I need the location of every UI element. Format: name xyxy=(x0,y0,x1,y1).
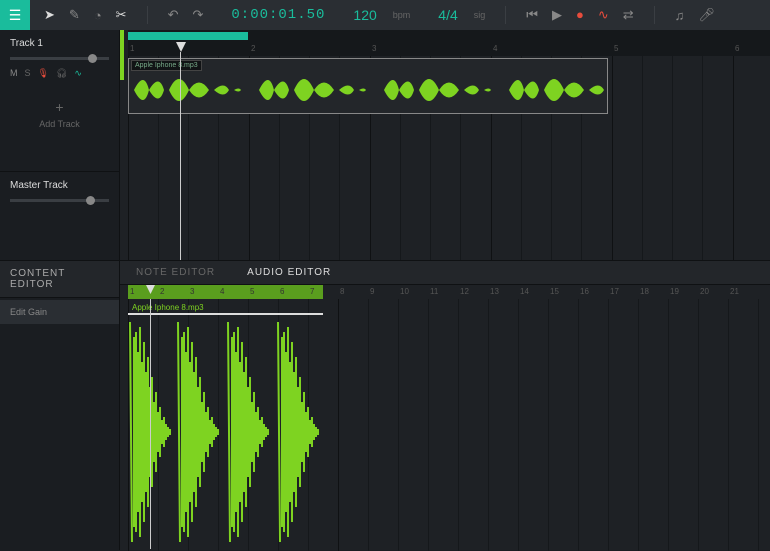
timeline-area[interactable]: 1 2 3 4 5 6 Apple Iphone 8.mp3 xyxy=(120,30,770,260)
loop-region[interactable] xyxy=(128,32,248,40)
mute-button[interactable]: M xyxy=(10,68,18,79)
instrument-icon[interactable]: ♫ xyxy=(675,8,685,23)
tab-audio-editor[interactable]: AUDIO EDITOR xyxy=(231,267,347,278)
pointer-tool-icon[interactable]: ➤ xyxy=(44,7,55,23)
ruler-tick: 21 xyxy=(730,287,739,296)
loop-bar[interactable] xyxy=(128,30,770,42)
ruler-tick: 4 xyxy=(220,287,224,296)
ruler-tick: 3 xyxy=(372,44,376,53)
metronome-icon[interactable]: ∿ xyxy=(598,7,609,23)
ruler-tick: 8 xyxy=(340,287,344,296)
editor-tabs: NOTE EDITOR AUDIO EDITOR xyxy=(120,261,770,285)
editor-ruler[interactable]: 1 2 3 4 5 6 7 8 9 10 11 12 13 14 15 16 1 xyxy=(128,285,770,299)
ruler-tick: 2 xyxy=(160,287,164,296)
tab-note-editor[interactable]: NOTE EDITOR xyxy=(120,267,231,278)
editor-clip-underline xyxy=(128,313,323,315)
redo-icon[interactable]: ↷ xyxy=(192,7,203,23)
ruler-tick: 19 xyxy=(670,287,679,296)
ruler-tick: 5 xyxy=(250,287,254,296)
clip-waveform xyxy=(129,67,607,113)
undo-icon[interactable]: ↶ xyxy=(168,7,179,23)
slider-thumb[interactable] xyxy=(88,54,97,63)
master-volume-slider[interactable] xyxy=(10,199,109,202)
playhead-line xyxy=(180,52,181,260)
ruler-tick: 14 xyxy=(520,287,529,296)
automation-button[interactable]: ∿ xyxy=(74,68,82,79)
plus-icon: + xyxy=(0,99,119,115)
solo-button[interactable]: S xyxy=(25,68,31,79)
time-display[interactable]: 0:00:01.50 xyxy=(231,7,325,23)
ruler-tick: 16 xyxy=(580,287,589,296)
editor-playhead-line xyxy=(150,299,151,549)
timesig-value[interactable]: 4/4 xyxy=(438,7,457,23)
main-arrangement: Track 1 M S 🎙︎ 🎧︎ ∿ + Add Track Master T… xyxy=(0,30,770,260)
content-editor-label: CONTENT EDITOR xyxy=(0,261,119,298)
timesig-label: sig xyxy=(474,10,486,20)
divider xyxy=(505,6,506,24)
audio-clip[interactable]: Apple Iphone 8.mp3 xyxy=(128,58,608,114)
master-track: Master Track xyxy=(0,171,119,214)
divider xyxy=(147,6,148,24)
arm-record-button[interactable]: 🎙︎ xyxy=(38,68,49,79)
ruler-tick: 18 xyxy=(640,287,649,296)
track-panel: Track 1 M S 🎙︎ 🎧︎ ∿ + Add Track Master T… xyxy=(0,30,120,260)
ruler-tick: 5 xyxy=(614,44,618,53)
ruler-tick: 9 xyxy=(370,287,374,296)
mic-icon[interactable]: 🎤︎ xyxy=(698,7,715,23)
hamburger-icon: ☰ xyxy=(9,7,22,24)
ruler-tick: 17 xyxy=(610,287,619,296)
track-color-strip xyxy=(120,30,124,80)
ruler-tick: 11 xyxy=(430,287,438,296)
top-toolbar: ☰ ➤ ✎ ◔ ✂ ↶ ↷ 0:00:01.50 120 bpm 4/4 sig ⏮… xyxy=(0,0,770,30)
slider-thumb[interactable] xyxy=(86,196,95,205)
track1-volume-slider[interactable] xyxy=(10,57,109,60)
edit-gain-button[interactable]: Edit Gain xyxy=(0,300,119,324)
editor-area: NOTE EDITOR AUDIO EDITOR 1 2 3 4 5 6 7 8… xyxy=(120,261,770,550)
menu-button[interactable]: ☰ xyxy=(0,0,30,30)
bpm-value[interactable]: 120 xyxy=(353,7,376,23)
add-track-label: Add Track xyxy=(0,119,119,129)
timeline-ruler[interactable]: 1 2 3 4 5 6 xyxy=(128,42,770,56)
ruler-tick: 7 xyxy=(310,287,314,296)
record-icon[interactable]: ● xyxy=(576,7,584,23)
ruler-tick: 4 xyxy=(493,44,497,53)
ruler-tick: 12 xyxy=(460,287,469,296)
track1-header[interactable]: Track 1 xyxy=(0,30,119,53)
play-icon[interactable]: ▶ xyxy=(552,7,562,23)
ruler-tick: 10 xyxy=(400,287,409,296)
ruler-tick: 1 xyxy=(130,44,134,53)
track1-buttons: M S 🎙︎ 🎧︎ ∿ xyxy=(0,66,119,87)
ruler-tick: 2 xyxy=(251,44,255,53)
editor-sidebar: CONTENT EDITOR Edit Gain xyxy=(0,261,120,550)
divider xyxy=(654,6,655,24)
cut-tool-icon[interactable]: ✂ xyxy=(116,7,127,23)
master-label: Master Track xyxy=(10,180,109,191)
timer-tool-icon[interactable]: ◔ xyxy=(94,8,102,23)
editor-waveform[interactable] xyxy=(128,317,768,547)
editor-ruler-wrap: 1 2 3 4 5 6 7 8 9 10 11 12 13 14 15 16 1 xyxy=(120,285,770,299)
ruler-tick: 20 xyxy=(700,287,709,296)
ruler-tick: 15 xyxy=(550,287,559,296)
add-track-button[interactable]: + Add Track xyxy=(0,87,119,141)
bpm-label: bpm xyxy=(393,10,411,20)
pencil-tool-icon[interactable]: ✎ xyxy=(69,7,80,23)
rewind-icon[interactable]: ⏮ xyxy=(526,7,538,23)
bottom-panel: CONTENT EDITOR Edit Gain NOTE EDITOR AUD… xyxy=(0,260,770,550)
loop-icon[interactable]: ⇄ xyxy=(623,7,634,23)
ruler-tick: 6 xyxy=(280,287,284,296)
ruler-tick: 1 xyxy=(130,287,134,296)
ruler-tick: 13 xyxy=(490,287,499,296)
ruler-tick: 3 xyxy=(190,287,194,296)
ruler-tick: 6 xyxy=(735,44,739,53)
headphone-button[interactable]: 🎧︎ xyxy=(56,68,67,79)
